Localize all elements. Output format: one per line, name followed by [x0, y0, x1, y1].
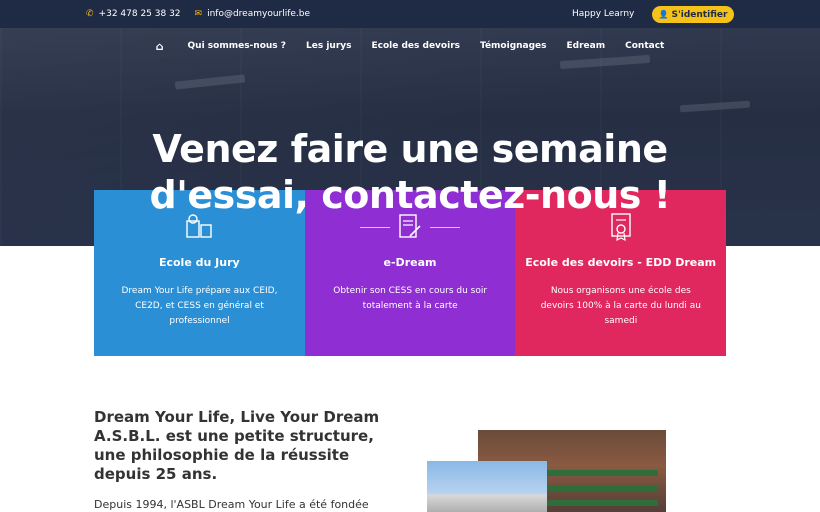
divider-line	[360, 226, 390, 228]
card-description: Nous organisons une école des devoirs 10…	[540, 286, 701, 326]
envelope-icon: ✉	[194, 9, 203, 19]
hero-headline-line1: Venez faire une semaine	[152, 127, 668, 171]
card-title: Ecole du Jury	[158, 256, 240, 269]
email-address: info@dreamyourlife.be	[207, 9, 311, 19]
login-label: S'identifier	[671, 9, 728, 20]
card-title: e-Dream	[383, 256, 437, 269]
main-nav: ⌂ Qui sommes-nous ? Les jurys Ecole des …	[0, 37, 820, 55]
about-heading: Dream Your Life, Live Your Dream A.S.B.L…	[94, 408, 380, 483]
top-bar: ✆ +32 478 25 38 32 ✉ info@dreamyourlife.…	[0, 0, 820, 28]
contact-info: ✆ +32 478 25 38 32 ✉ info@dreamyourlife.…	[86, 9, 310, 19]
nav-item-edream[interactable]: Edream	[567, 41, 606, 51]
happy-learny-link[interactable]: Happy Learny	[572, 9, 634, 19]
card-description: Dream Your Life prépare aux CEID, CE2D, …	[121, 286, 278, 326]
building-photo	[427, 461, 547, 512]
login-button[interactable]: 👤 S'identifier	[652, 6, 734, 23]
hero-headline: Venez faire une semaine d'essai, contact…	[0, 126, 820, 218]
divider-line	[430, 226, 460, 228]
card-description: Obtenir son CESS en cours du soir totale…	[333, 286, 488, 311]
home-icon[interactable]: ⌂	[156, 40, 164, 53]
phone-number: +32 478 25 38 32	[98, 9, 181, 19]
nav-item-temoignages[interactable]: Témoignages	[480, 41, 547, 51]
about-paragraph: Depuis 1994, l'ASBL Dream Your Life a ét…	[94, 498, 369, 512]
user-icon: 👤	[658, 10, 669, 19]
card-title: Ecole des devoirs - EDD Dream	[525, 256, 717, 269]
email-contact[interactable]: ✉ info@dreamyourlife.be	[195, 9, 311, 19]
phone-icon: ✆	[86, 9, 94, 19]
nav-item-contact[interactable]: Contact	[625, 41, 664, 51]
nav-item-les-jurys[interactable]: Les jurys	[306, 41, 351, 51]
phone-contact[interactable]: ✆ +32 478 25 38 32	[86, 9, 181, 19]
nav-item-qui-sommes-nous[interactable]: Qui sommes-nous ?	[188, 41, 286, 51]
nav-item-ecole-des-devoirs[interactable]: Ecole des devoirs	[371, 41, 460, 51]
hero-headline-line2: d'essai, contactez-nous !	[149, 173, 671, 217]
